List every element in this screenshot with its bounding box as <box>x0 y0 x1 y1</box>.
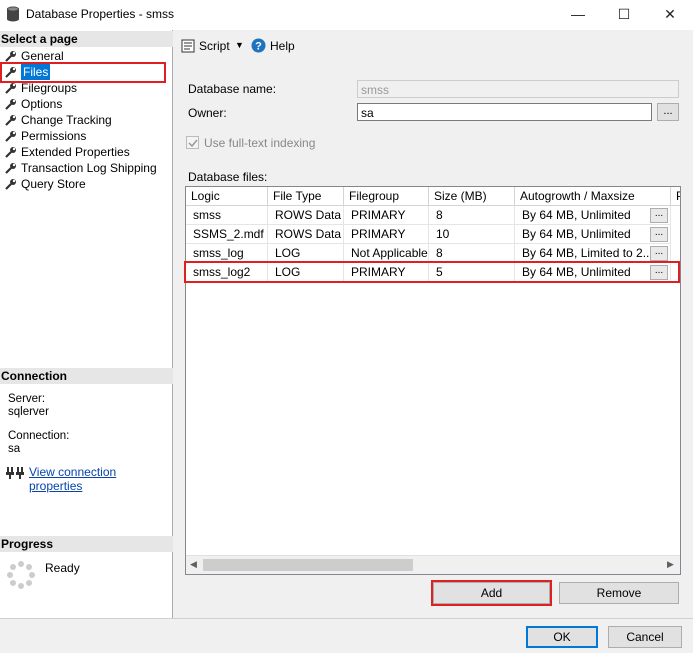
table-cell[interactable]: 5 <box>429 263 515 282</box>
table-cell[interactable]: Not Applicable <box>344 244 429 263</box>
page-item-files[interactable]: Files <box>4 64 51 80</box>
page-item-extended-properties[interactable]: Extended Properties <box>4 144 130 160</box>
connection-value: sa <box>8 443 21 455</box>
horizontal-scrollbar[interactable]: ◀ ▶ <box>186 555 680 574</box>
script-button[interactable]: Script <box>199 39 230 53</box>
progress-header: Progress <box>0 536 173 552</box>
table-cell[interactable]: By 64 MB, Unlimited <box>515 225 671 244</box>
scroll-left-icon[interactable]: ◀ <box>190 559 197 570</box>
table-cell[interactable]: 8 <box>429 206 515 225</box>
table-cell[interactable]: ROWS Data <box>268 206 344 225</box>
owner-browse-button[interactable]: ... <box>657 103 679 121</box>
page-item-change-tracking[interactable]: Change Tracking <box>4 112 112 128</box>
ok-button[interactable]: OK <box>526 626 598 648</box>
autogrowth-edit-button[interactable]: ... <box>650 265 668 280</box>
wrench-icon <box>5 147 16 158</box>
database-files-grid: Logic File Type Filegroup Size (MB) Auto… <box>185 186 681 575</box>
autogrowth-edit-button[interactable]: ... <box>650 246 668 261</box>
scrollbar-thumb[interactable] <box>203 559 413 571</box>
cancel-button[interactable]: Cancel <box>608 626 682 648</box>
table-cell[interactable]: PRIMARY <box>344 225 429 244</box>
table-cell[interactable]: 10 <box>429 225 515 244</box>
wrench-icon <box>5 99 16 110</box>
table-cell[interactable]: SSMS_2.mdf <box>186 225 268 244</box>
toolbar: Script ▼ ? Help <box>173 30 693 64</box>
owner-field[interactable]: sa <box>357 103 652 121</box>
table-cell[interactable]: LOG <box>268 244 344 263</box>
minimize-button[interactable]: — <box>555 0 601 30</box>
page-item-filegroups[interactable]: Filegroups <box>4 80 77 96</box>
col-header-filegroup[interactable]: Filegroup <box>344 187 429 206</box>
col-header-path[interactable]: P <box>671 187 680 206</box>
add-button[interactable]: Add <box>433 582 550 604</box>
page-item-general[interactable]: General <box>4 48 64 64</box>
wrench-icon <box>5 131 16 142</box>
autogrowth-edit-button[interactable]: ... <box>650 227 668 242</box>
table-cell[interactable]: By 64 MB, Unlimited <box>515 206 671 225</box>
table-cell[interactable]: PRIMARY <box>344 206 429 225</box>
owner-label: Owner: <box>188 106 227 120</box>
script-icon <box>181 39 195 53</box>
maximize-button[interactable]: ☐ <box>601 0 647 30</box>
table-cell[interactable]: smss <box>186 206 268 225</box>
connection-header: Connection <box>0 368 173 384</box>
view-connection-properties-link[interactable]: View connection properties <box>29 465 172 493</box>
page-item-permissions[interactable]: Permissions <box>4 128 86 144</box>
wrench-icon <box>5 115 16 126</box>
col-header-file-type[interactable]: File Type <box>268 187 344 206</box>
table-cell[interactable]: PRIMARY <box>344 263 429 282</box>
database-icon <box>7 6 19 22</box>
check-icon <box>188 139 198 148</box>
wrench-icon <box>5 163 16 174</box>
page-item-transaction-log-shipping[interactable]: Transaction Log Shipping <box>4 160 157 176</box>
table-cell[interactable]: By 64 MB, Limited to 2... <box>515 244 671 263</box>
table-cell[interactable]: LOG <box>268 263 344 282</box>
fulltext-label: Use full-text indexing <box>204 136 316 150</box>
svg-text:?: ? <box>255 41 262 53</box>
progress-spinner-icon <box>7 561 35 589</box>
autogrowth-edit-button[interactable]: ... <box>650 208 668 223</box>
title-bar: Database Properties - smss — ☐ ✕ <box>0 0 693 30</box>
col-header-size[interactable]: Size (MB) <box>429 187 515 206</box>
connection-plug-icon <box>6 467 24 479</box>
bottom-divider <box>0 618 693 619</box>
table-cell[interactable]: smss_log <box>186 244 268 263</box>
table-cell[interactable]: By 64 MB, Unlimited <box>515 263 671 282</box>
scroll-right-icon[interactable]: ▶ <box>667 559 674 570</box>
fulltext-checkbox[interactable] <box>186 136 199 149</box>
window-title: Database Properties - smss <box>26 7 175 21</box>
progress-status: Ready <box>45 561 80 575</box>
page-item-options[interactable]: Options <box>4 96 62 112</box>
help-icon: ? <box>251 38 266 53</box>
wrench-icon <box>5 67 16 78</box>
close-button[interactable]: ✕ <box>647 0 693 30</box>
db-files-label: Database files: <box>188 170 268 184</box>
wrench-icon <box>5 51 16 62</box>
left-pane: Select a page General Files Filegroups O… <box>0 30 173 618</box>
remove-button[interactable]: Remove <box>559 582 679 604</box>
page-item-query-store[interactable]: Query Store <box>4 176 86 192</box>
table-cell[interactable]: smss_log2 <box>186 263 268 282</box>
col-header-logical-name[interactable]: Logic <box>186 187 268 206</box>
server-value: sqlerver <box>8 406 49 418</box>
table-cell[interactable]: 8 <box>429 244 515 263</box>
wrench-icon <box>5 83 16 94</box>
script-dropdown-icon[interactable]: ▼ <box>235 40 244 50</box>
wrench-icon <box>5 179 16 190</box>
db-name-label: Database name: <box>188 82 277 96</box>
server-label: Server: <box>8 393 46 405</box>
connection-label: Connection: <box>8 430 70 442</box>
select-page-header: Select a page <box>0 31 173 47</box>
db-name-field: smss <box>357 80 679 98</box>
table-cell[interactable]: ROWS Data <box>268 225 344 244</box>
col-header-autogrowth[interactable]: Autogrowth / Maxsize <box>515 187 671 206</box>
help-button[interactable]: Help <box>270 39 295 53</box>
